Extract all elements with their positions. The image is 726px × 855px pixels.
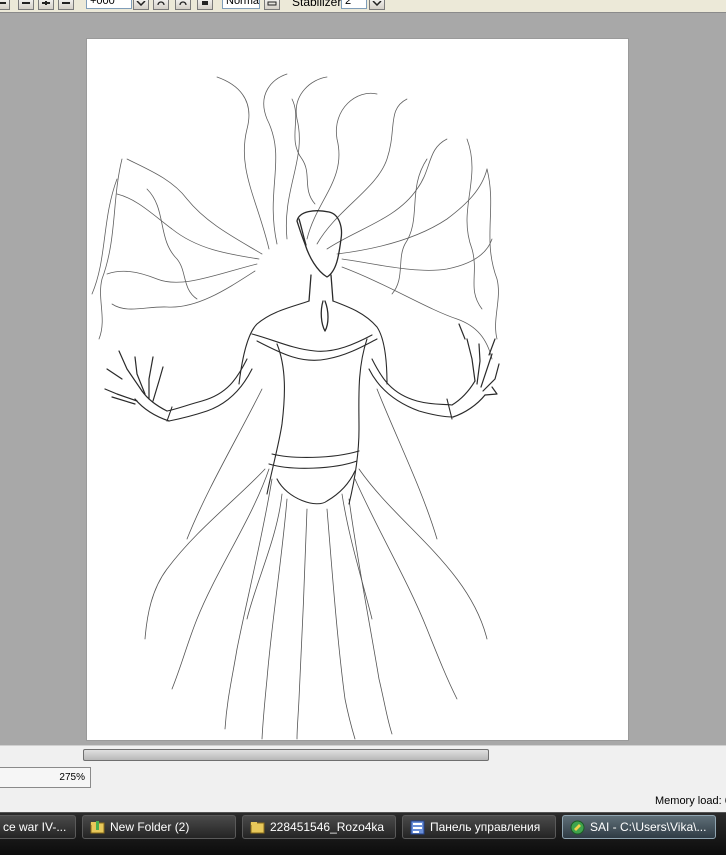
minus-icon — [0, 2, 6, 4]
rotate-left-icon — [157, 1, 165, 6]
rotate-right-icon — [179, 1, 187, 6]
chevron-down-icon — [136, 1, 146, 6]
taskbar-item-control-panel[interactable]: Панель управления — [402, 815, 556, 839]
memory-load-text: Memory load: 6 — [655, 795, 726, 807]
plus-icon — [42, 1, 50, 5]
minus-icon — [62, 2, 70, 4]
sketch-drawing — [91, 73, 500, 740]
sai-app-icon — [570, 820, 585, 835]
rotate-right-button[interactable] — [175, 0, 191, 10]
taskbar: ce war IV-... New Folder (2) 228451546_R… — [0, 812, 726, 855]
scrollbar-thumb[interactable] — [83, 749, 489, 761]
blend-mode-select[interactable]: Normal — [222, 0, 260, 9]
zoom-out-button[interactable] — [0, 0, 10, 10]
stabilizer-dropdown-button[interactable] — [369, 0, 385, 10]
folder-icon — [90, 821, 105, 834]
minus-icon — [22, 2, 30, 4]
zoom-in-button[interactable] — [38, 0, 54, 10]
taskbar-item-game[interactable]: ce war IV-... — [0, 815, 76, 839]
taskbar-item-label: ce war IV-... — [3, 820, 67, 834]
taskbar-item-label: Панель управления — [430, 820, 541, 834]
rotation-angle-field[interactable]: +000° — [86, 0, 132, 9]
zoom-level[interactable]: 275% — [0, 767, 91, 788]
flip-canvas-button[interactable] — [264, 0, 280, 10]
rotate-left-button[interactable] — [153, 0, 169, 10]
drawing-canvas[interactable] — [87, 39, 628, 740]
taskbar-item-label: New Folder (2) — [110, 820, 190, 834]
taskbar-item-label: SAI - C:\Users\Vika\... — [590, 820, 707, 834]
taskbar-item-label: 228451546_Rozo4ka — [270, 820, 385, 834]
reset-icon — [202, 1, 208, 5]
zoom-reset-button[interactable] — [58, 0, 74, 10]
status-bar: 275% Memory load: 6 — [0, 764, 726, 812]
taskbar-item-new-folder[interactable]: New Folder (2) — [82, 815, 236, 839]
rotate-reset-button[interactable] — [197, 0, 213, 10]
horizontal-scrollbar[interactable] — [0, 745, 726, 764]
control-panel-icon — [410, 820, 425, 835]
top-toolbar: +000° Normal Stabilizer 2 — [0, 0, 726, 13]
zoom-out-small-button[interactable] — [18, 0, 34, 10]
taskbar-item-sai[interactable]: SAI - C:\Users\Vika\... — [562, 815, 716, 839]
taskbar-item-rozo4ka-folder[interactable]: 228451546_Rozo4ka — [242, 815, 396, 839]
stabilizer-label: Stabilizer — [292, 0, 342, 9]
folder-icon — [250, 822, 265, 834]
chevron-down-icon — [372, 1, 382, 6]
angle-dropdown-button[interactable] — [133, 0, 149, 10]
canvas-area[interactable] — [0, 13, 726, 745]
flip-icon — [267, 1, 277, 6]
stabilizer-select[interactable]: 2 — [341, 0, 367, 9]
